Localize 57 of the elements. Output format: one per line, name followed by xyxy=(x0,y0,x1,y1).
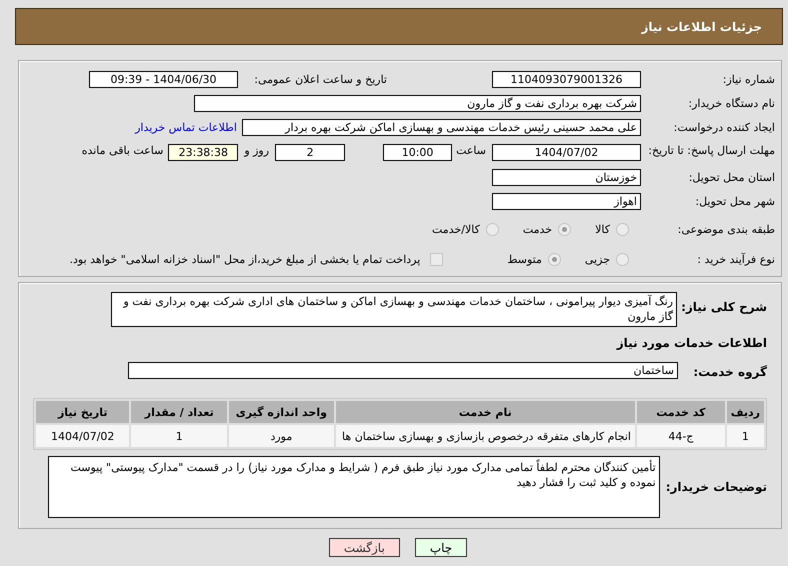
radio-button[interactable] xyxy=(616,252,629,266)
field-label: استان محل تحویل: xyxy=(688,170,776,184)
page-title: جزئیات اطلاعات نیاز xyxy=(641,20,762,34)
remaining-label: ساعت باقی مانده xyxy=(82,144,164,157)
time-label: ساعت xyxy=(456,144,486,157)
field-label: شهر محل تحویل: xyxy=(694,194,776,208)
column-header: کد خدمت xyxy=(636,401,725,423)
option-label: متوسط xyxy=(507,252,542,266)
table-cell: 1 xyxy=(726,425,764,447)
option-label: کالا/خدمت xyxy=(432,222,480,236)
days-label: روز و xyxy=(244,144,270,157)
field-label: تاریخ و ساعت اعلان عمومی: xyxy=(253,72,387,86)
back-button[interactable]: بازگشت xyxy=(328,538,400,557)
column-header: تعداد / مقدار xyxy=(131,401,228,423)
field-label: طبقه بندی موضوعی: xyxy=(676,222,776,236)
field-label: شرح کلی نیاز: xyxy=(680,300,767,314)
radio-button[interactable] xyxy=(486,222,499,236)
table-cell: مورد xyxy=(229,425,334,447)
days-field: 2 xyxy=(275,144,346,161)
deadline-date-field: 1404/07/02 xyxy=(492,144,641,161)
requester-field: علی محمد حسینی رئیس خدمات مهندسی و بهسازی اماکن شرکت بهره بردار xyxy=(242,118,641,136)
table-cell: ج-44 xyxy=(636,425,725,447)
field-label: توضیحات خریدار: xyxy=(666,480,767,494)
radio-button[interactable] xyxy=(558,222,572,236)
remaining-time-field: 23:38:38 xyxy=(168,144,238,161)
option-label: جزیی xyxy=(584,252,610,266)
checkbox[interactable] xyxy=(430,252,444,266)
field-label: مهلت ارسال پاسخ: تا تاریخ: xyxy=(647,144,776,158)
column-header: نام خدمت xyxy=(336,401,635,423)
print-button[interactable]: چاپ xyxy=(414,538,468,557)
service-group-field: ساختمان xyxy=(128,362,678,379)
field-label: ایجاد کننده درخواست: xyxy=(672,120,776,134)
field-label: نوع فرآیند خرید : xyxy=(696,252,776,266)
notes-text-area: تأمین کنندگان محترم لطفاً تمامی مدارک مورد نیاز طبق فرم ( شرایط و مدارک مورد نیاز) را در قسمت "مدارک پیوستی" پیوست نموده و کلید ثبت را فشار دهید xyxy=(48,456,660,518)
column-header: واحد اندازه گیری xyxy=(229,401,334,423)
column-header: ردیف xyxy=(726,401,764,423)
field-label: نام دستگاه خریدار: xyxy=(687,96,776,110)
section-heading: اطلاعات خدمات مورد نیاز xyxy=(615,336,767,350)
deadline-time-field: 10:00 xyxy=(383,144,452,161)
radio-button[interactable] xyxy=(548,252,561,266)
checkbox-label: پرداخت تمام یا بخشی از مبلغ خرید،از محل "اسناد خزانه اسلامی" خواهد بود. xyxy=(70,252,420,266)
table-cell: انجام کارهای متفرقه درخصوص بازسازی و بهسازی ساختمان ها xyxy=(336,425,635,447)
date-time-field: 1404/06/30 - 09:39 xyxy=(89,70,238,88)
field-label: شماره نیاز: xyxy=(722,72,776,86)
field-label: گروه خدمت: xyxy=(692,364,767,378)
city-field: اهواز xyxy=(492,192,641,210)
summary-text-area: رنگ آمیزی دیوار پیرامونی ، ساختمان خدمات مهندسی و بهسازی اماکن و ساختمان های اداری شرکت بهره برداری نفت و گاز مارون xyxy=(111,292,677,327)
option-label: خدمت xyxy=(522,222,552,236)
contact-link[interactable]: اطلاعات تماس خریدار xyxy=(135,120,237,134)
column-header: تاریخ نیاز xyxy=(36,401,130,423)
option-label: کالا xyxy=(595,222,610,236)
buyer-org-field: شرکت بهره برداری نفت و گاز مارون xyxy=(194,94,641,112)
province-field: خوزستان xyxy=(492,168,641,186)
radio-button[interactable] xyxy=(616,222,629,236)
table-cell: 1 xyxy=(131,425,228,447)
need-number-field: 1104093079001326 xyxy=(492,70,641,88)
table-cell: 1404/07/02 xyxy=(36,425,130,447)
